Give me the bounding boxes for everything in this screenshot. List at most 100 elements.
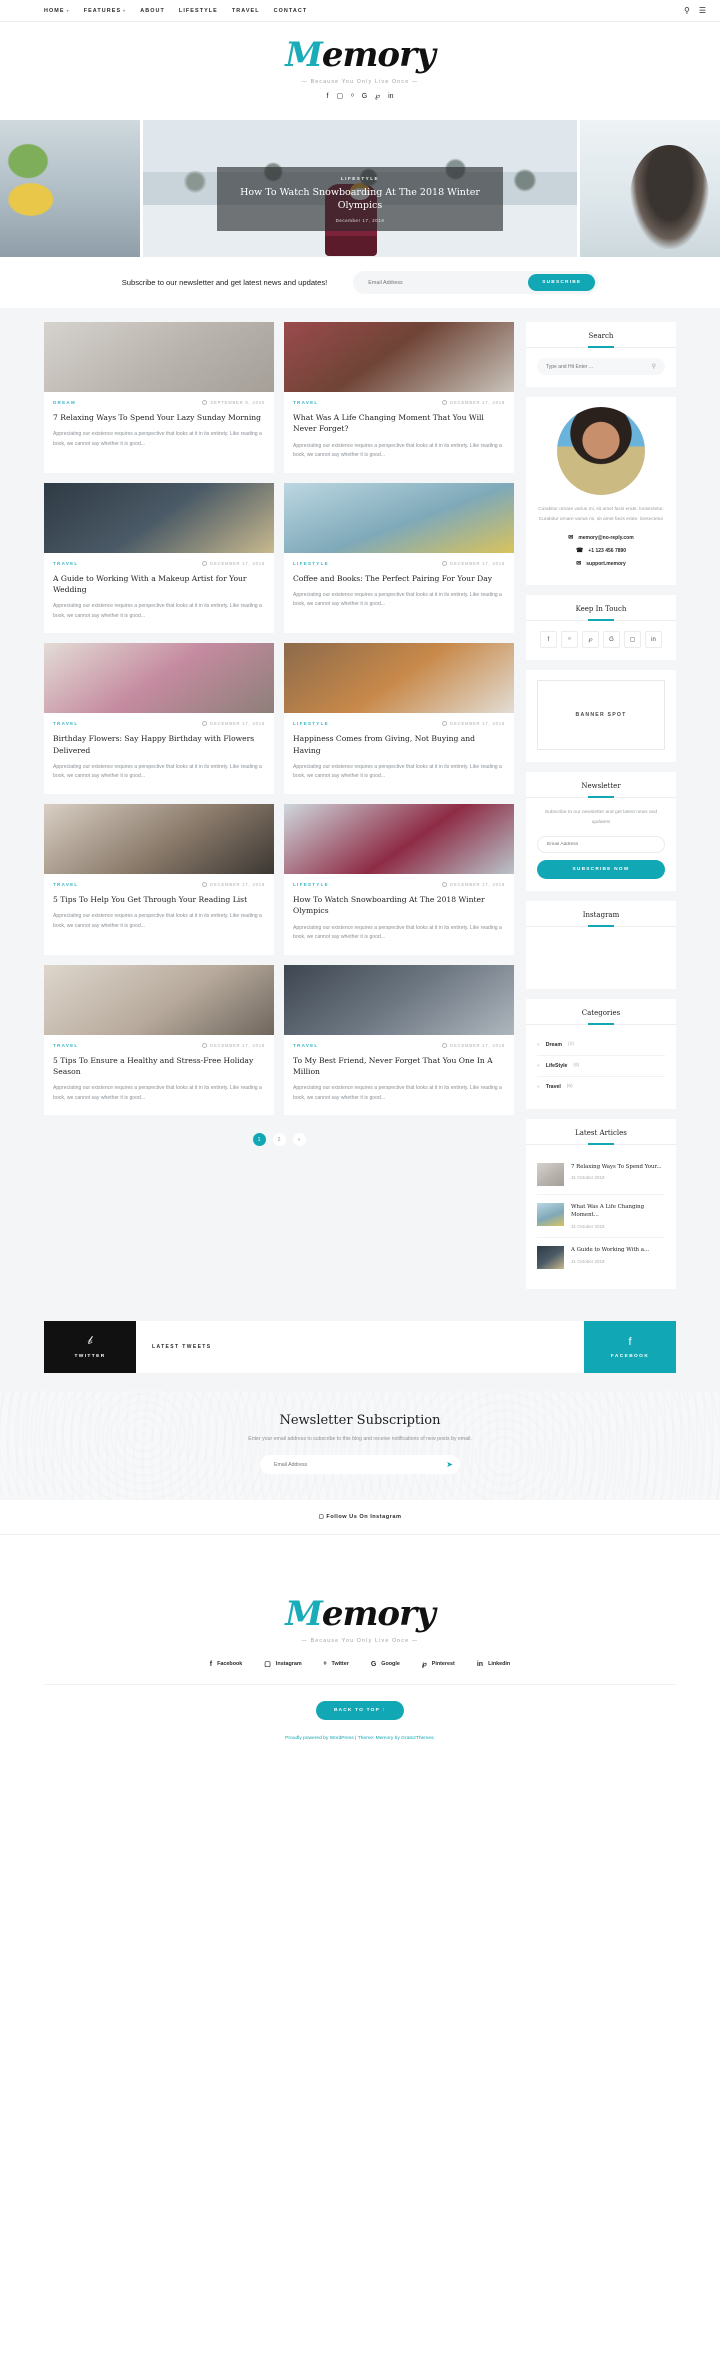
post-card[interactable]: LIFESTYLE DECEMBER 17, 2018 How To Watch…: [284, 803, 514, 955]
hero-category[interactable]: LIFESTYLE: [225, 176, 495, 181]
post-thumbnail[interactable]: [284, 322, 514, 392]
footer-pinterest-link[interactable]: ℘ Pinterest: [422, 1660, 455, 1668]
send-icon[interactable]: ➤: [446, 1460, 453, 1469]
pinterest-icon[interactable]: ℘: [375, 93, 380, 100]
post-category[interactable]: TRAVEL: [53, 721, 78, 726]
hero-slide-active[interactable]: LIFESTYLE How To Watch Snowboarding At T…: [143, 120, 577, 257]
post-title[interactable]: What Was A Life Changing Moment That You…: [293, 412, 505, 435]
post-title[interactable]: 5 Tips To Ensure a Healthy and Stress-Fr…: [53, 1055, 265, 1078]
post-card[interactable]: TRAVEL DECEMBER 17, 2018 What Was A Life…: [284, 322, 514, 473]
facebook-panel[interactable]: f FACEBOOK: [584, 1321, 676, 1374]
twitter-icon[interactable]: ᵒ: [351, 93, 354, 100]
post-thumbnail[interactable]: [44, 803, 274, 874]
google-plus-icon[interactable]: G: [603, 631, 620, 649]
footer-google-link[interactable]: G Google: [371, 1660, 400, 1668]
post-category[interactable]: TRAVEL: [293, 400, 318, 405]
back-to-top-button[interactable]: BACK TO TOP ↑: [315, 1701, 405, 1721]
post-category[interactable]: LIFESTYLE: [293, 721, 329, 726]
post-title[interactable]: 7 Relaxing Ways To Spend Your Lazy Sunda…: [53, 412, 265, 423]
nav-item-lifestyle[interactable]: LIFESTYLE: [179, 8, 218, 14]
post-card[interactable]: TRAVEL DECEMBER 17, 2018 Birthday Flower…: [44, 643, 274, 794]
post-category[interactable]: TRAVEL: [293, 1043, 318, 1048]
post-thumbnail[interactable]: [284, 482, 514, 553]
post-card[interactable]: TRAVEL DECEMBER 17, 2018 To My Best Frie…: [284, 964, 514, 1116]
post-category[interactable]: LIFESTYLE: [293, 561, 329, 566]
post-thumbnail[interactable]: [44, 964, 274, 1035]
post-title[interactable]: Happiness Comes from Giving, Not Buying …: [293, 733, 505, 756]
instagram-follow-bar[interactable]: ▢ Follow Us On Instagram: [0, 1500, 720, 1536]
post-card[interactable]: TRAVEL DECEMBER 17, 2018 5 Tips To Ensur…: [44, 964, 274, 1116]
hero-title[interactable]: How To Watch Snowboarding At The 2018 Wi…: [225, 186, 495, 214]
contact-phone[interactable]: ☎ +1 123 456 7890: [537, 547, 665, 555]
google-plus-icon[interactable]: G: [362, 93, 367, 100]
footer-instagram-link[interactable]: ▢ Instagram: [264, 1660, 301, 1668]
site-logo[interactable]: Memory: [0, 38, 720, 72]
footer-facebook-link[interactable]: f Facebook: [210, 1660, 243, 1668]
category-item-travel[interactable]: » Travel (6): [537, 1077, 665, 1097]
post-title[interactable]: Birthday Flowers: Say Happy Birthday wit…: [53, 733, 265, 756]
subscribe-button[interactable]: SUBSCRIBE: [528, 274, 596, 291]
widget-underline: [588, 1022, 614, 1025]
post-thumbnail[interactable]: [44, 322, 274, 392]
category-item-dream[interactable]: » Dream (2): [537, 1035, 665, 1056]
pinterest-icon[interactable]: ℘: [582, 631, 599, 649]
footer-linkedin-link[interactable]: in Linkedin: [477, 1660, 510, 1668]
facebook-icon[interactable]: f: [326, 93, 328, 100]
instagram-icon[interactable]: ▢: [336, 93, 343, 100]
facebook-icon[interactable]: f: [540, 631, 557, 649]
banner-spot[interactable]: BANNER SPOT: [537, 680, 665, 751]
latest-article-item[interactable]: 7 Relaxing Ways To Spend Your... 31 Octo…: [537, 1155, 665, 1195]
latest-article-item[interactable]: A Guide to Working With a... 31 October …: [537, 1238, 665, 1277]
twitter-panel[interactable]: 𝒷 TWITTER: [44, 1321, 136, 1374]
post-excerpt: Appreciating our existence requires a pe…: [293, 1085, 502, 1101]
subscribe-email-input[interactable]: [356, 279, 529, 286]
newsletter-section-input[interactable]: [274, 1461, 447, 1468]
nav-item-contact[interactable]: CONTACT: [274, 8, 308, 14]
footer-twitter-link[interactable]: ᵒ Twitter: [324, 1660, 349, 1668]
linkedin-icon[interactable]: in: [645, 631, 662, 649]
instagram-icon[interactable]: ▢: [624, 631, 641, 649]
post-card[interactable]: LIFESTYLE DECEMBER 17, 2018 Coffee and B…: [284, 482, 514, 634]
pagination-next[interactable]: »: [292, 1133, 306, 1147]
post-thumbnail[interactable]: [284, 964, 514, 1035]
post-category[interactable]: TRAVEL: [53, 882, 78, 887]
post-category[interactable]: TRAVEL: [53, 1043, 78, 1048]
post-card[interactable]: TRAVEL DECEMBER 17, 2018 A Guide to Work…: [44, 482, 274, 634]
post-title[interactable]: A Guide to Working With a Makeup Artist …: [53, 573, 265, 596]
contact-support[interactable]: ✉ support.memory: [537, 560, 665, 568]
newsletter-subscribe-button[interactable]: SUBSCRIBE NOW: [537, 859, 665, 879]
nav-item-about[interactable]: ABOUT: [140, 8, 165, 14]
post-category[interactable]: LIFESTYLE: [293, 882, 329, 887]
post-category[interactable]: DREAM: [53, 400, 76, 405]
hero-slide-left[interactable]: [0, 120, 140, 257]
nav-item-travel[interactable]: TRAVEL: [232, 8, 260, 14]
search-icon[interactable]: ⚲: [652, 363, 656, 370]
post-thumbnail[interactable]: [44, 482, 274, 553]
hero-slide-right[interactable]: [580, 120, 720, 257]
post-card[interactable]: LIFESTYLE DECEMBER 17, 2018 Happiness Co…: [284, 643, 514, 794]
sidebar-search-input[interactable]: [546, 363, 652, 370]
linkedin-icon[interactable]: in: [388, 93, 393, 100]
nav-item-home[interactable]: HOME ▾: [44, 8, 70, 14]
post-thumbnail[interactable]: [44, 643, 274, 714]
post-thumbnail[interactable]: [284, 803, 514, 874]
category-item-lifestyle[interactable]: » LifeStyle (6): [537, 1056, 665, 1077]
footer-logo[interactable]: Memory: [44, 1597, 676, 1631]
newsletter-email-input[interactable]: [537, 835, 665, 853]
pagination-page-2[interactable]: 2: [272, 1133, 286, 1147]
post-title[interactable]: Coffee and Books: The Perfect Pairing Fo…: [293, 573, 505, 584]
post-title[interactable]: How To Watch Snowboarding At The 2018 Wi…: [293, 894, 505, 917]
post-thumbnail[interactable]: [284, 643, 514, 714]
contact-email[interactable]: ✉ memory@no-reply.com: [537, 534, 665, 542]
post-title[interactable]: 5 Tips To Help You Get Through Your Read…: [53, 894, 265, 905]
search-icon[interactable]: ⚲: [684, 6, 690, 15]
pagination-page-1[interactable]: 1: [252, 1133, 266, 1147]
post-card[interactable]: TRAVEL DECEMBER 17, 2018 5 Tips To Help …: [44, 803, 274, 955]
hamburger-menu-icon[interactable]: ☰: [699, 6, 706, 15]
latest-article-item[interactable]: What Was A Life Changing Moment... 31 Oc…: [537, 1195, 665, 1239]
nav-item-features[interactable]: FEATURES ▾: [84, 8, 127, 14]
post-title[interactable]: To My Best Friend, Never Forget That You…: [293, 1055, 505, 1078]
post-category[interactable]: TRAVEL: [53, 561, 78, 566]
twitter-icon[interactable]: ᵒ: [561, 631, 578, 649]
post-card[interactable]: DREAM SEPTEMBER 8, 2020 7 Relaxing Ways …: [44, 322, 274, 473]
